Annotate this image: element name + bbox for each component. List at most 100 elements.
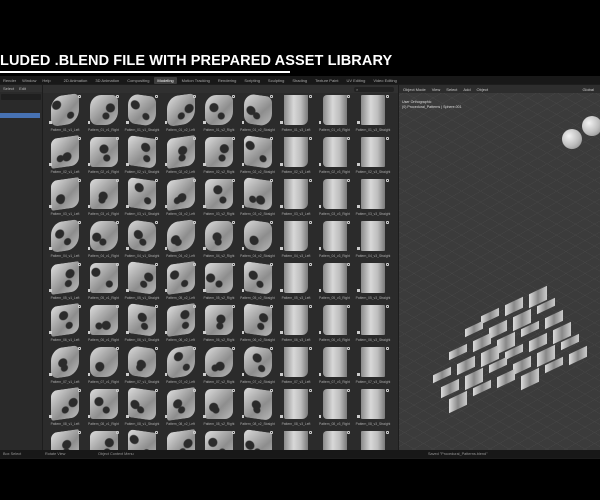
edit-icon[interactable] [193,263,196,266]
asset-item[interactable]: Pattern_05_v1_Right [85,263,124,305]
asset-item[interactable]: Pattern_01_v2_Left [162,93,201,137]
asset-checkbox[interactable] [49,163,52,166]
menu-view[interactable]: View [432,87,441,92]
edit-icon[interactable] [193,305,196,308]
asset-checkbox[interactable] [164,205,167,208]
edit-icon[interactable] [116,431,119,434]
edit-icon[interactable] [385,389,389,392]
asset-item[interactable] [277,431,316,451]
sphere-object[interactable] [582,116,600,136]
tab-scripting[interactable]: Scripting [241,77,263,84]
edit-icon[interactable] [154,347,158,350]
edit-icon[interactable] [308,305,312,308]
edit-icon[interactable] [154,263,158,266]
asset-item[interactable]: Pattern_04_v3_Straight [354,221,393,263]
asset-checkbox[interactable] [126,205,129,208]
asset-item[interactable] [123,429,162,451]
edit-icon[interactable] [231,431,235,434]
asset-item[interactable]: Pattern_08_v3_Straight [354,389,393,431]
asset-checkbox[interactable] [126,247,129,250]
edit-icon[interactable] [193,95,196,98]
asset-checkbox[interactable] [241,289,244,292]
asset-item[interactable]: Pattern_06_v3_Left [277,305,316,347]
asset-item[interactable]: Pattern_03_v3_Straight [354,179,393,221]
menu-help[interactable]: Help [42,78,50,83]
tab-modeling[interactable]: Modeling [154,76,177,84]
edit-icon[interactable] [154,137,158,140]
asset-item[interactable]: Pattern_07_v1_Straight [123,345,162,389]
tab-sculpting[interactable]: Sculpting [265,77,287,84]
asset-item[interactable]: Pattern_05_v3_Left [277,263,316,305]
menu-render[interactable]: Render [3,78,16,83]
asset-item[interactable]: Pattern_02_v3_Right [316,137,355,179]
asset-item[interactable]: Pattern_01_v2_Right [200,95,239,137]
edit-icon[interactable] [347,263,350,266]
asset-checkbox[interactable] [126,289,129,292]
edit-icon[interactable] [270,305,273,308]
asset-checkbox[interactable] [87,331,90,334]
tab-video-editing[interactable]: Video Editing [370,77,400,84]
edit-icon[interactable] [231,221,235,224]
asset-item[interactable]: Pattern_07_v1_Right [85,347,124,389]
edit-icon[interactable] [193,221,196,224]
asset-checkbox[interactable] [241,163,244,166]
edit-icon[interactable] [116,389,119,392]
asset-item[interactable]: Pattern_01_v3_Right [316,95,355,137]
tab-3d-animation[interactable]: 3D Animation [92,77,122,84]
asset-item[interactable]: Pattern_02_v2_Left [162,135,201,179]
edit-icon[interactable] [77,221,81,224]
asset-item[interactable]: Pattern_06_v3_Right [316,305,355,347]
edit-icon[interactable] [385,347,389,350]
asset-item[interactable]: Pattern_05_v2_Right [200,263,239,305]
edit-icon[interactable] [308,431,312,434]
edit-icon[interactable] [308,263,312,266]
asset-item[interactable]: Pattern_07_v3_Straight [354,347,393,389]
edit-icon[interactable] [154,179,158,182]
edit-icon[interactable] [385,137,389,140]
asset-checkbox[interactable] [87,373,90,376]
asset-item[interactable]: Pattern_06_v2_Straight [239,303,278,347]
asset-checkbox[interactable] [318,373,321,376]
tab-texture-paint[interactable]: Texture Paint [312,77,341,84]
catalog-item-selected[interactable] [0,113,40,118]
asset-item[interactable]: Pattern_08_v1_Straight [123,387,162,431]
asset-item[interactable]: Pattern_08_v2_Right [200,389,239,431]
asset-item[interactable]: Pattern_03_v1_Left [46,177,85,221]
asset-item[interactable]: Pattern_04_v1_Right [85,221,124,263]
asset-item[interactable]: Pattern_03_v1_Straight [123,177,162,221]
edit-icon[interactable] [308,221,312,224]
menu-add[interactable]: Add [463,87,470,92]
asset-checkbox[interactable] [357,373,360,376]
menu-edit[interactable]: Edit [19,86,26,91]
asset-checkbox[interactable] [164,163,167,166]
orientation-select[interactable]: Global [582,87,594,92]
menu-object[interactable]: Object [477,87,489,92]
asset-checkbox[interactable] [203,289,206,292]
asset-checkbox[interactable] [164,121,167,124]
asset-checkbox[interactable] [203,247,206,250]
asset-item[interactable]: Pattern_07_v2_Right [200,347,239,389]
3d-viewport[interactable]: Object Mode View Select Add Object Globa… [399,85,600,451]
menu-select-vp[interactable]: Select [446,87,457,92]
asset-checkbox[interactable] [357,331,360,334]
asset-item[interactable]: Pattern_02_v2_Straight [239,135,278,179]
asset-checkbox[interactable] [241,373,244,376]
edit-icon[interactable] [308,137,312,140]
asset-checkbox[interactable] [357,205,360,208]
mode-select[interactable]: Object Mode [403,87,426,92]
sphere-object[interactable] [562,129,582,149]
asset-item[interactable]: Pattern_02_v1_Right [85,137,124,179]
asset-item[interactable]: Pattern_03_v2_Straight [239,177,278,221]
edit-icon[interactable] [193,179,196,182]
asset-checkbox[interactable] [280,121,283,124]
edit-icon[interactable] [231,95,235,98]
asset-item[interactable] [316,431,355,451]
asset-item[interactable]: Pattern_03_v3_Left [277,179,316,221]
edit-icon[interactable] [116,137,119,140]
asset-item[interactable]: Pattern_04_v1_Left [46,219,85,263]
edit-icon[interactable] [77,347,81,350]
library-dropdown[interactable] [1,94,41,100]
edit-icon[interactable] [193,137,196,140]
asset-checkbox[interactable] [357,415,360,418]
asset-item[interactable]: Pattern_06_v2_Right [200,305,239,347]
